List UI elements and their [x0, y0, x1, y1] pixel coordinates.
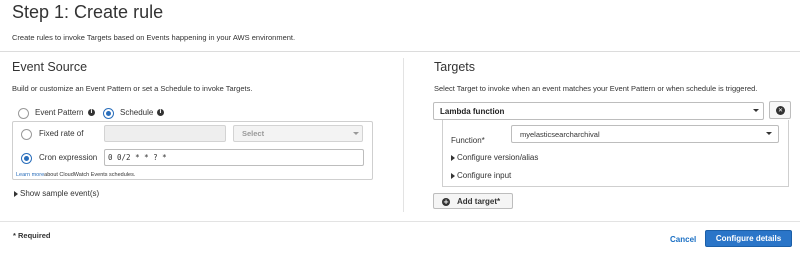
chevron-down-icon	[766, 132, 772, 135]
targets-title: Targets	[434, 60, 475, 74]
function-select[interactable]: myelasticsearcharchival	[511, 125, 779, 143]
column-divider	[403, 58, 404, 212]
cron-expression-label: Cron expression	[39, 153, 98, 162]
close-icon: ✕	[776, 106, 785, 115]
chevron-down-icon	[753, 109, 759, 112]
fixed-rate-input[interactable]	[104, 125, 226, 142]
target-type-select[interactable]: Lambda function	[433, 102, 764, 120]
chevron-down-icon	[353, 132, 359, 135]
rate-unit-select-label: Select	[242, 129, 265, 138]
info-icon[interactable]: i	[88, 109, 95, 116]
configure-details-button[interactable]: Configure details	[705, 230, 792, 247]
configure-version-alias-toggle[interactable]: Configure version/alias	[457, 153, 538, 162]
cancel-button[interactable]: Cancel	[670, 235, 696, 244]
add-target-button[interactable]: + Add target*	[433, 193, 513, 209]
schedule-radio[interactable]	[103, 108, 114, 119]
event-source-description: Build or customize an Event Pattern or s…	[12, 84, 253, 93]
caret-right-icon[interactable]	[451, 155, 455, 161]
learn-more-text: about CloudWatch Events schedules.	[44, 172, 136, 178]
cron-expression-radio[interactable]	[21, 153, 32, 164]
add-target-label: Add target*	[457, 197, 501, 206]
remove-target-button[interactable]: ✕	[769, 101, 791, 119]
event-pattern-label[interactable]: Event Pattern	[35, 108, 83, 117]
page-description: Create rules to invoke Targets based on …	[12, 33, 296, 42]
header-divider	[0, 51, 800, 52]
caret-right-icon[interactable]	[451, 173, 455, 179]
event-source-title: Event Source	[12, 60, 88, 74]
cron-expression-value: 0 0/2 * * ? *	[108, 153, 167, 162]
rate-unit-select[interactable]: Select	[233, 125, 363, 142]
fixed-rate-radio[interactable]	[21, 129, 32, 140]
function-label: Function*	[451, 136, 485, 145]
learn-more-note: Learn moreabout CloudWatch Events schedu…	[16, 172, 135, 178]
schedule-label[interactable]: Schedule	[120, 108, 153, 117]
info-icon[interactable]: i	[157, 109, 164, 116]
learn-more-link[interactable]: Learn more	[16, 172, 44, 178]
event-pattern-radio[interactable]	[18, 108, 29, 119]
required-note: * Required	[13, 231, 51, 240]
caret-right-icon[interactable]	[14, 191, 18, 197]
fixed-rate-label: Fixed rate of	[39, 129, 84, 138]
targets-description: Select Target to invoke when an event ma…	[434, 84, 758, 93]
function-value: myelasticsearcharchival	[520, 130, 600, 139]
show-sample-events-toggle[interactable]: Show sample event(s)	[20, 189, 99, 198]
configure-input-toggle[interactable]: Configure input	[457, 171, 511, 180]
target-type-value: Lambda function	[440, 107, 505, 116]
plus-icon: +	[442, 197, 450, 206]
footer-divider	[0, 221, 800, 222]
page-title: Step 1: Create rule	[12, 2, 164, 22]
